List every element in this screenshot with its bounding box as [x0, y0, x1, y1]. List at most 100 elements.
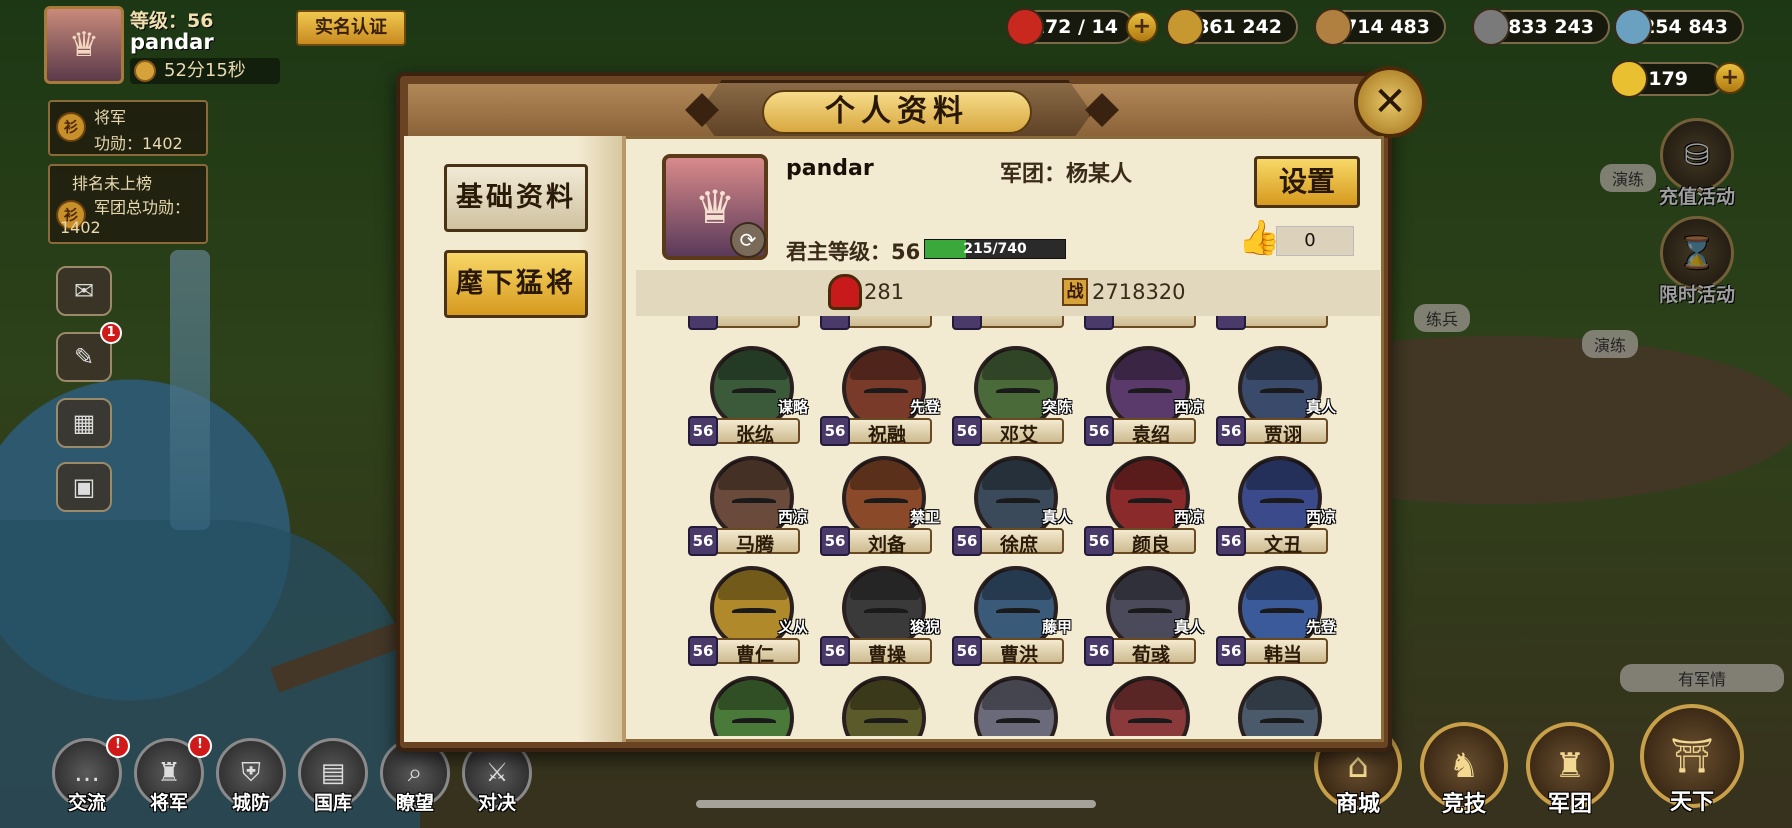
nav-treasury[interactable]: ▤ 国库	[294, 738, 372, 815]
hero-trait: 禁卫	[909, 508, 940, 526]
hero-eyes	[1260, 608, 1304, 616]
mail-icon[interactable]: ✉	[56, 266, 112, 316]
hero-eyes	[732, 498, 776, 506]
ranking-card[interactable]: 排名未上榜 衫 军团总功勋： 1402	[48, 164, 208, 244]
nav-defense[interactable]: ⛨ 城防	[212, 738, 290, 815]
hero-card-partial[interactable]	[822, 676, 942, 736]
hero-card-partial[interactable]	[1086, 676, 1206, 736]
hero-card[interactable]: 西凉 56 文丑	[1216, 456, 1338, 556]
hero-card[interactable]: 义从 56 曹仁	[688, 566, 810, 666]
nav-world[interactable]: ⛩ 天下	[1636, 704, 1748, 816]
notification-badge: 1	[100, 322, 122, 344]
hero-card-partial[interactable]	[688, 316, 810, 330]
hero-card-partial[interactable]	[1084, 316, 1206, 330]
hero-eyes	[996, 608, 1040, 616]
hero-card-partial[interactable]	[690, 676, 810, 736]
nav-treasury-label: 国库	[313, 792, 352, 814]
hero-card[interactable]: 先登 56 韩当	[1216, 566, 1338, 666]
battle-power: 2718320	[1092, 280, 1186, 304]
hero-trait: 先登	[909, 398, 940, 416]
close-button[interactable]: ✕	[1354, 66, 1426, 138]
nav-shop-label: 商城	[1335, 792, 1380, 817]
hero-eyes	[996, 498, 1040, 506]
hero-card-partial[interactable]	[1216, 316, 1338, 330]
hero-headgear	[850, 570, 920, 600]
profile-name: pandar	[786, 156, 874, 181]
hero-eyes	[1128, 718, 1172, 726]
player-avatar[interactable]: ♛	[44, 6, 124, 84]
calendar-icon[interactable]: ▦	[56, 398, 112, 448]
hero-card-partial[interactable]	[1218, 676, 1338, 736]
hero-eyes	[996, 388, 1040, 396]
resource-grain[interactable]: 714 483	[1314, 8, 1446, 46]
rank-card[interactable]: 衫 将军 功勋：1402	[48, 100, 208, 156]
generals-grid[interactable]: 谋略 56 张纮 先登 56 祝融 突陈 56 邓艾 西凉 56 袁绍 真人 56 贾诩 西凉 56 马腾 禁卫 56…	[636, 316, 1380, 736]
hero-headgear	[1246, 460, 1316, 490]
hero-card[interactable]: 禁卫 56 刘备	[820, 456, 942, 556]
hero-trait: 突陈	[1041, 398, 1072, 416]
alert-badge: !	[106, 734, 130, 758]
hero-headgear	[982, 460, 1052, 490]
hero-headgear	[1246, 680, 1316, 710]
hero-card-partial[interactable]	[820, 316, 942, 330]
hero-card[interactable]: 谋略 56 张纮	[688, 346, 810, 446]
hero-name: 张纮	[735, 424, 774, 446]
nav-watch-label: 瞭望	[395, 792, 434, 814]
dialog-title: 个人资料	[762, 90, 1032, 134]
hero-card-partial[interactable]	[954, 676, 1074, 736]
hero-card[interactable]: 狻猊 56 曹操	[820, 566, 942, 666]
player-name: pandar	[130, 30, 214, 54]
quest-icon[interactable]: ▣	[56, 462, 112, 512]
hero-eyes	[864, 608, 908, 616]
nav-legion[interactable]: ♜ 军团	[1520, 722, 1620, 818]
hero-level: 56	[1216, 636, 1246, 666]
hero-portrait	[974, 676, 1058, 736]
hero-card-partial[interactable]	[952, 316, 1074, 330]
hero-card[interactable]: 藤甲 56 曹洪	[952, 566, 1074, 666]
hero-eyes	[864, 718, 908, 726]
legion-merit-label: 军团总功勋：	[94, 198, 191, 217]
hero-card[interactable]: 西凉 56 马腾	[688, 456, 810, 556]
hero-eyes	[1260, 498, 1304, 506]
hero-card[interactable]: 真人 56 荀彧	[1084, 566, 1206, 666]
tab-basic-info[interactable]: 基础资料	[444, 164, 588, 232]
profile-avatar[interactable]: ♛ ⟳	[662, 154, 768, 260]
coin-icon	[134, 60, 156, 82]
resource-stone[interactable]: 254 843	[1614, 8, 1744, 46]
hero-card[interactable]: 真人 56 徐庶	[952, 456, 1074, 556]
stamina-value: 172 / 14	[1031, 16, 1118, 38]
hero-trait: 谋略	[777, 398, 808, 416]
hero-eyes	[732, 388, 776, 396]
hero-card[interactable]: 西凉 56 袁绍	[1084, 346, 1206, 446]
hero-level: 56	[952, 416, 982, 446]
hero-trait: 义从	[777, 618, 808, 636]
add-gold-button[interactable]: +	[1714, 62, 1746, 94]
nav-arena[interactable]: ♞ 竞技	[1414, 722, 1514, 818]
hero-level: 56	[688, 526, 718, 556]
settings-button[interactable]: 设置	[1254, 156, 1360, 208]
thumbs-up-icon[interactable]: 👍	[1238, 218, 1280, 258]
hero-card[interactable]: 真人 56 贾诩	[1216, 346, 1338, 446]
hero-level	[1084, 316, 1114, 330]
resource-stamina[interactable]: 172 / 14	[1006, 8, 1134, 46]
resource-copper[interactable]: 861 242	[1166, 8, 1298, 46]
swap-avatar-icon[interactable]: ⟳	[730, 222, 766, 258]
home-indicator[interactable]	[696, 800, 1096, 808]
hero-eyes	[732, 608, 776, 616]
xp-text: 215/740	[963, 241, 1027, 257]
player-level: 等级：56	[130, 10, 214, 32]
real-name-verify-button[interactable]: 实名认证	[296, 10, 406, 46]
hero-card[interactable]: 突陈 56 邓艾	[952, 346, 1074, 446]
hero-headgear	[718, 570, 788, 600]
nav-duel-label: 对决	[477, 792, 516, 814]
hero-card[interactable]: 先登 56 祝融	[820, 346, 942, 446]
resource-iron[interactable]: 833 243	[1472, 8, 1610, 46]
hero-card[interactable]: 西凉 56 颜良	[1084, 456, 1206, 556]
resource-gold[interactable]: 179	[1610, 60, 1724, 98]
tab-generals[interactable]: 麾下猛将	[444, 250, 588, 318]
profile-legion: 军团：杨某人	[1000, 162, 1133, 187]
hero-eyes	[1128, 498, 1172, 506]
add-stamina-button[interactable]: +	[1126, 11, 1158, 43]
merit-text: 功勋：1402	[94, 134, 183, 153]
hero-level: 56	[820, 416, 850, 446]
